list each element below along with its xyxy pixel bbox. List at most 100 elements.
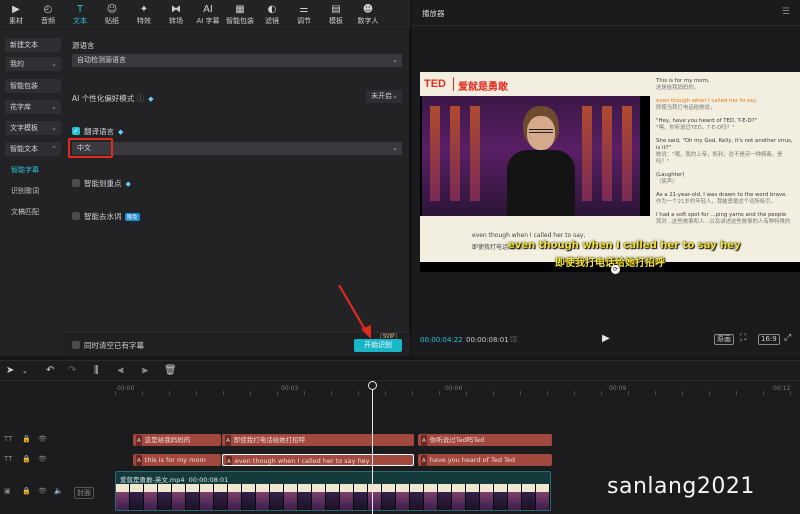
ruler-tick (250, 391, 251, 395)
caption-clip[interactable]: Ahave you heard of Ted Ted (418, 454, 552, 466)
smart-split-text: 智能划重点 (84, 179, 122, 188)
video-frame (424, 484, 438, 510)
toolbar-tab-2[interactable]: T 文本 (64, 0, 96, 30)
eye-icon[interactable]: 👁 (38, 435, 47, 443)
toolbar-tab-label: 数字人 (357, 17, 379, 25)
redo-icon[interactable]: ↷ (68, 365, 76, 376)
main-toolbar: ▶ 素材 ◴ 音频 T 文本 ☺ 贴纸 ✦ 特效 ⧓ 转场 AI AI 字幕 ▦ 智能包装 ◐ 滤镜 ⚌ 调节 ▤ 模板 ☻… (0, 0, 410, 30)
nav-new-text[interactable]: 新建文本 (5, 38, 61, 52)
delete-icon[interactable]: 🗑 (164, 365, 177, 376)
clear-existing-checkbox[interactable] (72, 341, 80, 349)
fullscreen-icon[interactable]: ⤢ (782, 334, 793, 343)
split-icon[interactable]: ⫼ (94, 365, 99, 376)
ruler-tick (682, 391, 683, 395)
video-frame (452, 484, 466, 510)
video-frame (242, 484, 256, 510)
chevron-down-icon: ⌄ (51, 60, 57, 68)
toolbar-tab-4[interactable]: ✦ 特效 (128, 0, 160, 30)
toolbar-tab-7[interactable]: ▦ 智能包装 (224, 0, 256, 30)
toolbar-tab-6[interactable]: AI AI 字幕 (192, 0, 224, 30)
nav-text-match[interactable]: 文稿匹配 (11, 207, 39, 217)
cover-button[interactable]: 封面 (74, 487, 94, 499)
playhead-handle[interactable] (368, 381, 377, 390)
translate-text: 翻译语言 (84, 127, 114, 136)
caption-clip-label: this is for my mom (144, 456, 206, 464)
lock-icon[interactable]: 🔒 (22, 435, 31, 443)
nav-smart-caption[interactable]: 智能字幕 (11, 165, 39, 175)
transcript-cn: 我对...这些故事和人...以及讲述这些故事的人有种特殊的 (656, 219, 791, 225)
toolbar-tab-11[interactable]: ☻ 数字人 (352, 0, 384, 30)
caption-clip[interactable]: A 这是给我妈妈的 (133, 434, 221, 446)
ruler-tick (601, 391, 602, 395)
caption-clip[interactable]: A 即使我打电话给她打招呼 (222, 434, 414, 446)
nav-mine[interactable]: 我的 ⌄ (5, 57, 61, 71)
rotate-handle-icon[interactable]: ⟳ (611, 265, 620, 274)
split-right-icon[interactable]: ⫸ (142, 365, 148, 376)
caption-overlay-cn[interactable]: 即使我打电话给她打招呼 (555, 254, 665, 269)
video-frame (200, 484, 214, 510)
nav-smart-text[interactable]: 智能文本 ⌃ (5, 142, 61, 156)
caption-clip[interactable]: Athis is for my mom (133, 454, 221, 466)
avatar-icon: ☻ (362, 4, 374, 15)
video-clip[interactable]: 爱就是勇敢-英文.mp4 00:00:08:01 (115, 471, 551, 511)
playhead[interactable] (372, 381, 373, 514)
ai-preference-text: AI 个性化偏好模式 (72, 94, 135, 103)
original-quality-button[interactable]: 原画 (714, 334, 734, 345)
filler-removal-checkbox[interactable] (72, 212, 80, 220)
ruler-tick (331, 391, 332, 395)
lock-icon[interactable]: 🔒 (22, 455, 31, 463)
toolbar-tab-10[interactable]: ▤ 模板 (320, 0, 352, 30)
split-left-icon[interactable]: ⫷ (118, 365, 124, 376)
speaker-icon[interactable]: 🔈 (54, 487, 63, 495)
nav-text-template[interactable]: 文字模板 ⌄ (5, 121, 61, 135)
video-frame (340, 484, 354, 510)
toolbar-tab-1[interactable]: ◴ 音频 (32, 0, 64, 30)
video-frame (228, 484, 242, 510)
nav-mine-label: 我的 (10, 60, 24, 68)
ruler-tick (466, 391, 467, 395)
toolbar-tab-9[interactable]: ⚌ 调节 (288, 0, 320, 30)
translate-language-select[interactable]: 中文 ⌄ (72, 142, 402, 155)
text-clip-icon: A (136, 455, 142, 466)
smart-split-checkbox[interactable] (72, 179, 80, 187)
play-button[interactable]: ▶ (602, 333, 610, 344)
caption-clip[interactable]: Aeven though when I called her to say he… (222, 454, 414, 466)
caption-overlay-en[interactable]: even though when I called her to say hey (508, 240, 741, 251)
time-ruler[interactable]: 00:00 00:03 00:06 00:09 00:12 (115, 381, 800, 395)
filler-removal-label: 智能去水词 限免 (84, 211, 140, 222)
ruler-tick (439, 391, 440, 395)
caption-clip[interactable]: A 你听说过Ted吗Ted (418, 434, 552, 446)
arrow-shaft (338, 284, 368, 334)
eye-icon[interactable]: 👁 (38, 455, 47, 463)
nav-smart-package[interactable]: 智能包装 (5, 79, 61, 93)
filter-icon: ◐ (267, 4, 277, 15)
eye-icon[interactable]: 👁 (38, 487, 47, 495)
select-tool-icon[interactable]: ➤ (6, 365, 14, 376)
video-preview[interactable]: TED 爱就是勇敢 even though when I called her … (420, 72, 800, 274)
transcript-cn: 作为一个21岁的年轻人，我被勇敢这个词所吸引。 (656, 199, 777, 205)
current-time: 00:00:04:22 (420, 336, 463, 344)
toolbar-tab-5[interactable]: ⧓ 转场 (160, 0, 192, 30)
ted-logo: TED (424, 78, 446, 90)
aspect-ratio-button[interactable]: 16:9 (758, 334, 780, 345)
toolbar-tab-8[interactable]: ◐ 滤镜 (256, 0, 288, 30)
fit-screen-icon[interactable]: ⛶ (738, 334, 748, 343)
ai-preference-select[interactable]: 未开启 ⌄ (366, 90, 402, 103)
toolbar-tab-3[interactable]: ☺ 贴纸 (96, 0, 128, 30)
ruler-tick (709, 391, 710, 395)
translate-checkbox[interactable]: ✓ (72, 127, 80, 135)
ai-preference-label: AI 个性化偏好模式 ⓘ ◆ (72, 93, 154, 104)
timeline-grid-icon[interactable]: ▥ (510, 334, 518, 343)
nav-lyric-recognition[interactable]: 识别歌词 (11, 186, 39, 196)
toolbar-tab-0[interactable]: ▶ 素材 (0, 0, 32, 30)
source-language-select[interactable]: 自动检测源语言 ⌄ (72, 54, 402, 67)
nav-fancy-text[interactable]: 花字库 ⌄ (5, 100, 61, 114)
source-language-label: 源语言 (72, 41, 95, 50)
menu-icon[interactable]: ☰ (782, 7, 790, 17)
player-controls: 00:00:04:22 00:00:08:01 ▥ ▶ 原画 ⛶ 16:9 ⤢ (412, 328, 800, 352)
undo-icon[interactable]: ↶ (46, 365, 54, 376)
transcript-panel: This is for my mom, 这是给我妈妈的， even though w… (650, 72, 800, 262)
chevron-down-icon[interactable]: ⌄ (22, 367, 28, 375)
ruler-label: 00:00 (117, 385, 135, 392)
lock-icon[interactable]: 🔒 (22, 487, 31, 495)
